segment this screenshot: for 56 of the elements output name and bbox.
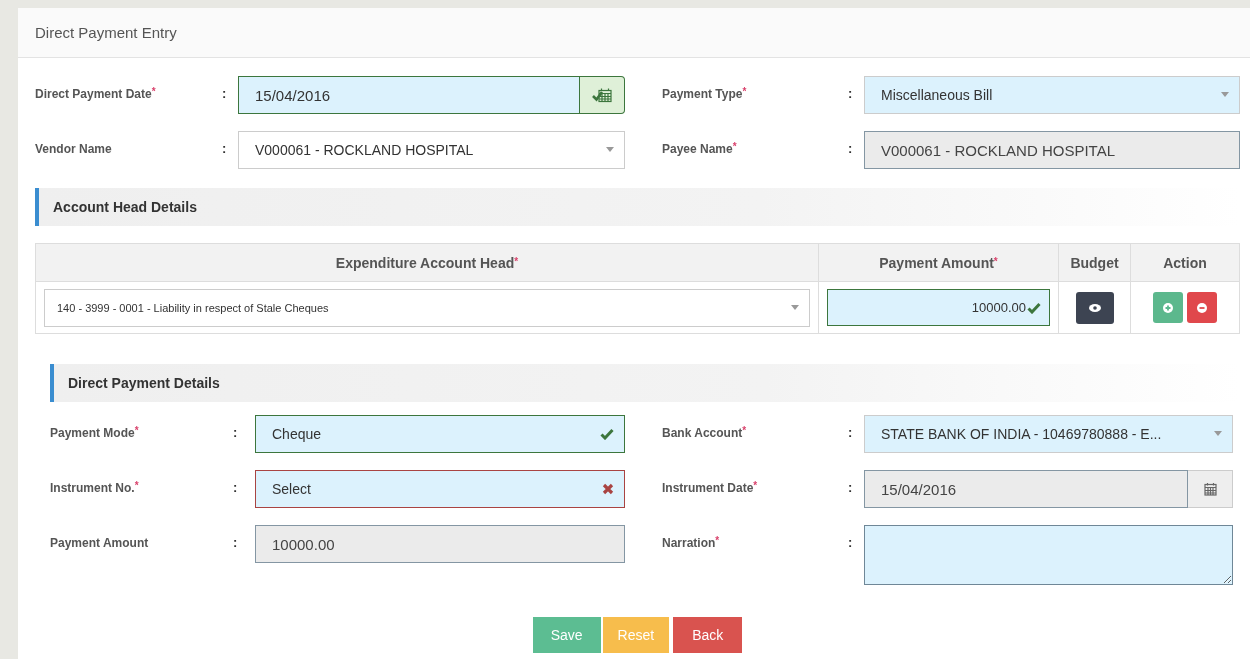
field-label: Payment Amount bbox=[50, 535, 150, 550]
text-area[interactable] bbox=[864, 525, 1233, 585]
date-field[interactable]: 15/04/2016 bbox=[238, 76, 580, 114]
colon: : bbox=[233, 479, 238, 495]
cross-icon bbox=[602, 483, 614, 495]
field-label: Payee Name$^{*}$ bbox=[662, 140, 738, 156]
eye-icon bbox=[1088, 303, 1101, 312]
colon: : bbox=[222, 85, 227, 101]
minus-icon bbox=[1197, 302, 1207, 313]
check-icon bbox=[1027, 301, 1041, 314]
field-label: Narration$^{*}$ bbox=[662, 534, 721, 550]
field-label: Instrument Date$^{*}$ bbox=[662, 479, 759, 495]
colon: : bbox=[222, 140, 227, 156]
dropdown[interactable]: Select bbox=[255, 470, 625, 508]
column-header: Expenditure Account Head$^{*}$ bbox=[35, 243, 819, 282]
amount-field[interactable]: 10000.00 bbox=[827, 289, 1050, 326]
dropdown[interactable]: Cheque bbox=[255, 415, 625, 453]
section-title: Account Head Details bbox=[53, 199, 197, 215]
field-label: Vendor Name bbox=[35, 141, 113, 156]
colon: : bbox=[848, 85, 853, 101]
field-label: Payment Mode$^{*}$ bbox=[50, 424, 140, 440]
add-row-button[interactable] bbox=[1153, 292, 1183, 323]
field-label: Direct Payment Date$^{*}$ bbox=[35, 85, 157, 101]
text-field[interactable]: 10000.00 bbox=[255, 525, 625, 563]
dropdown[interactable]: 140 - 3999 - 0001 - Liability in respect of Stale Cheques bbox=[44, 288, 810, 327]
remove-row-button[interactable] bbox=[1187, 292, 1217, 323]
panel-title: Direct Payment Entry bbox=[35, 24, 177, 41]
section-title: Direct Payment Details bbox=[68, 375, 220, 391]
date-field[interactable]: 15/04/2016 bbox=[864, 470, 1188, 508]
colon: : bbox=[848, 424, 853, 440]
caret-icon bbox=[791, 304, 799, 311]
calendar-icon bbox=[1203, 482, 1217, 496]
dropdown[interactable]: Miscellaneous Bill bbox=[864, 76, 1240, 114]
colon: : bbox=[233, 534, 238, 550]
field-label: Instrument No.$^{*}$ bbox=[50, 479, 140, 495]
budget-button[interactable] bbox=[1075, 291, 1114, 324]
colon: : bbox=[848, 479, 853, 495]
field-label: Bank Account$^{*}$ bbox=[662, 424, 748, 440]
caret-icon bbox=[1214, 431, 1222, 437]
calendar-check-icon bbox=[592, 87, 612, 103]
text-field[interactable]: V000061 - ROCKLAND HOSPITAL bbox=[864, 131, 1240, 169]
calendar-button[interactable] bbox=[580, 76, 625, 114]
dropdown[interactable]: V000061 - ROCKLAND HOSPITAL bbox=[238, 131, 625, 169]
column-header: Budget bbox=[1058, 243, 1131, 282]
check-icon bbox=[600, 428, 614, 440]
column-header: Action bbox=[1130, 243, 1240, 282]
colon: : bbox=[848, 534, 853, 550]
back-button[interactable]: Back bbox=[673, 617, 743, 653]
column-header: Payment Amount$^{*}$ bbox=[818, 243, 1059, 282]
field-label: Payment Type$^{*}$ bbox=[662, 85, 748, 101]
plus-icon bbox=[1163, 302, 1173, 313]
caret-icon bbox=[606, 147, 614, 153]
caret-icon bbox=[1221, 92, 1229, 98]
colon: : bbox=[848, 140, 853, 156]
colon: : bbox=[233, 424, 238, 440]
dropdown[interactable]: STATE BANK OF INDIA - 10469780888 - E... bbox=[864, 415, 1233, 453]
